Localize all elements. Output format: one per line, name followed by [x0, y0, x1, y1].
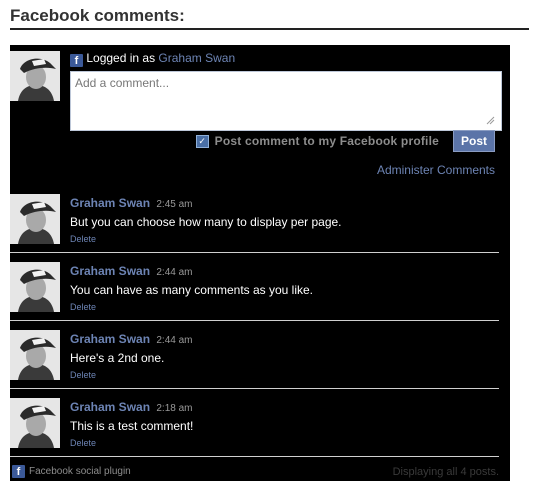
social-plugin-footer: f Facebook social plugin [12, 465, 131, 478]
comment-author-link[interactable]: Graham Swan [70, 400, 150, 414]
title-divider [10, 28, 529, 30]
facebook-comments-widget: f Logged in as Graham Swan ✓ Post commen… [10, 45, 510, 481]
facebook-icon: f [70, 54, 83, 67]
logged-in-label: Logged in as [86, 51, 156, 65]
comment-divider [10, 252, 499, 253]
comment-item: Graham Swan 2:44 am Here's a 2nd one. De… [10, 330, 500, 398]
delete-comment-link[interactable]: Delete [70, 370, 96, 380]
comment-input[interactable] [70, 71, 502, 131]
comment-item: Graham Swan 2:18 am This is a test comme… [10, 398, 500, 466]
comment-author-link[interactable]: Graham Swan [70, 264, 150, 278]
comment-divider [10, 388, 499, 389]
comment-timestamp: 2:44 am [156, 267, 193, 278]
commenter-avatar[interactable] [10, 194, 60, 244]
post-button[interactable]: Post [453, 130, 495, 152]
delete-comment-link[interactable]: Delete [70, 302, 96, 312]
comment-text: You can have as many comments as you lik… [70, 283, 314, 297]
commenter-avatar[interactable] [10, 330, 60, 380]
post-options-row: ✓ Post comment to my Facebook profile Po… [195, 130, 495, 152]
post-count-text: Displaying all 4 posts. [392, 466, 499, 478]
resize-grip-icon[interactable] [485, 115, 495, 125]
logged-in-user-link[interactable]: Graham Swan [158, 51, 235, 65]
comment-timestamp: 2:18 am [156, 403, 193, 414]
comment-text: This is a test comment! [70, 419, 194, 433]
comment-text: Here's a 2nd one. [70, 351, 165, 365]
comment-item: Graham Swan 2:45 am But you can choose h… [10, 194, 500, 262]
comment-text: But you can choose how many to display p… [70, 215, 342, 229]
page-title: Facebook comments: [10, 6, 185, 25]
comment-divider [10, 456, 499, 457]
post-to-profile-checkbox[interactable]: ✓ [195, 134, 209, 148]
commenter-avatar[interactable] [10, 262, 60, 312]
social-plugin-link[interactable]: Facebook social plugin [29, 466, 131, 477]
delete-comment-link[interactable]: Delete [70, 234, 96, 244]
comment-author-link[interactable]: Graham Swan [70, 196, 150, 210]
current-user-avatar [10, 51, 60, 101]
comment-item: Graham Swan 2:44 am You can have as many… [10, 262, 500, 330]
post-to-profile-label[interactable]: Post comment to my Facebook profile [215, 134, 439, 148]
commenter-avatar[interactable] [10, 398, 60, 448]
logged-in-row: f Logged in as Graham Swan [70, 51, 235, 67]
facebook-icon: f [12, 465, 25, 478]
administer-comments-link[interactable]: Administer Comments [377, 163, 495, 177]
comment-author-link[interactable]: Graham Swan [70, 332, 150, 346]
delete-comment-link[interactable]: Delete [70, 438, 96, 448]
checkmark-icon: ✓ [198, 135, 206, 146]
comment-timestamp: 2:45 am [156, 199, 193, 210]
comment-timestamp: 2:44 am [156, 335, 193, 346]
comment-divider [10, 320, 499, 321]
